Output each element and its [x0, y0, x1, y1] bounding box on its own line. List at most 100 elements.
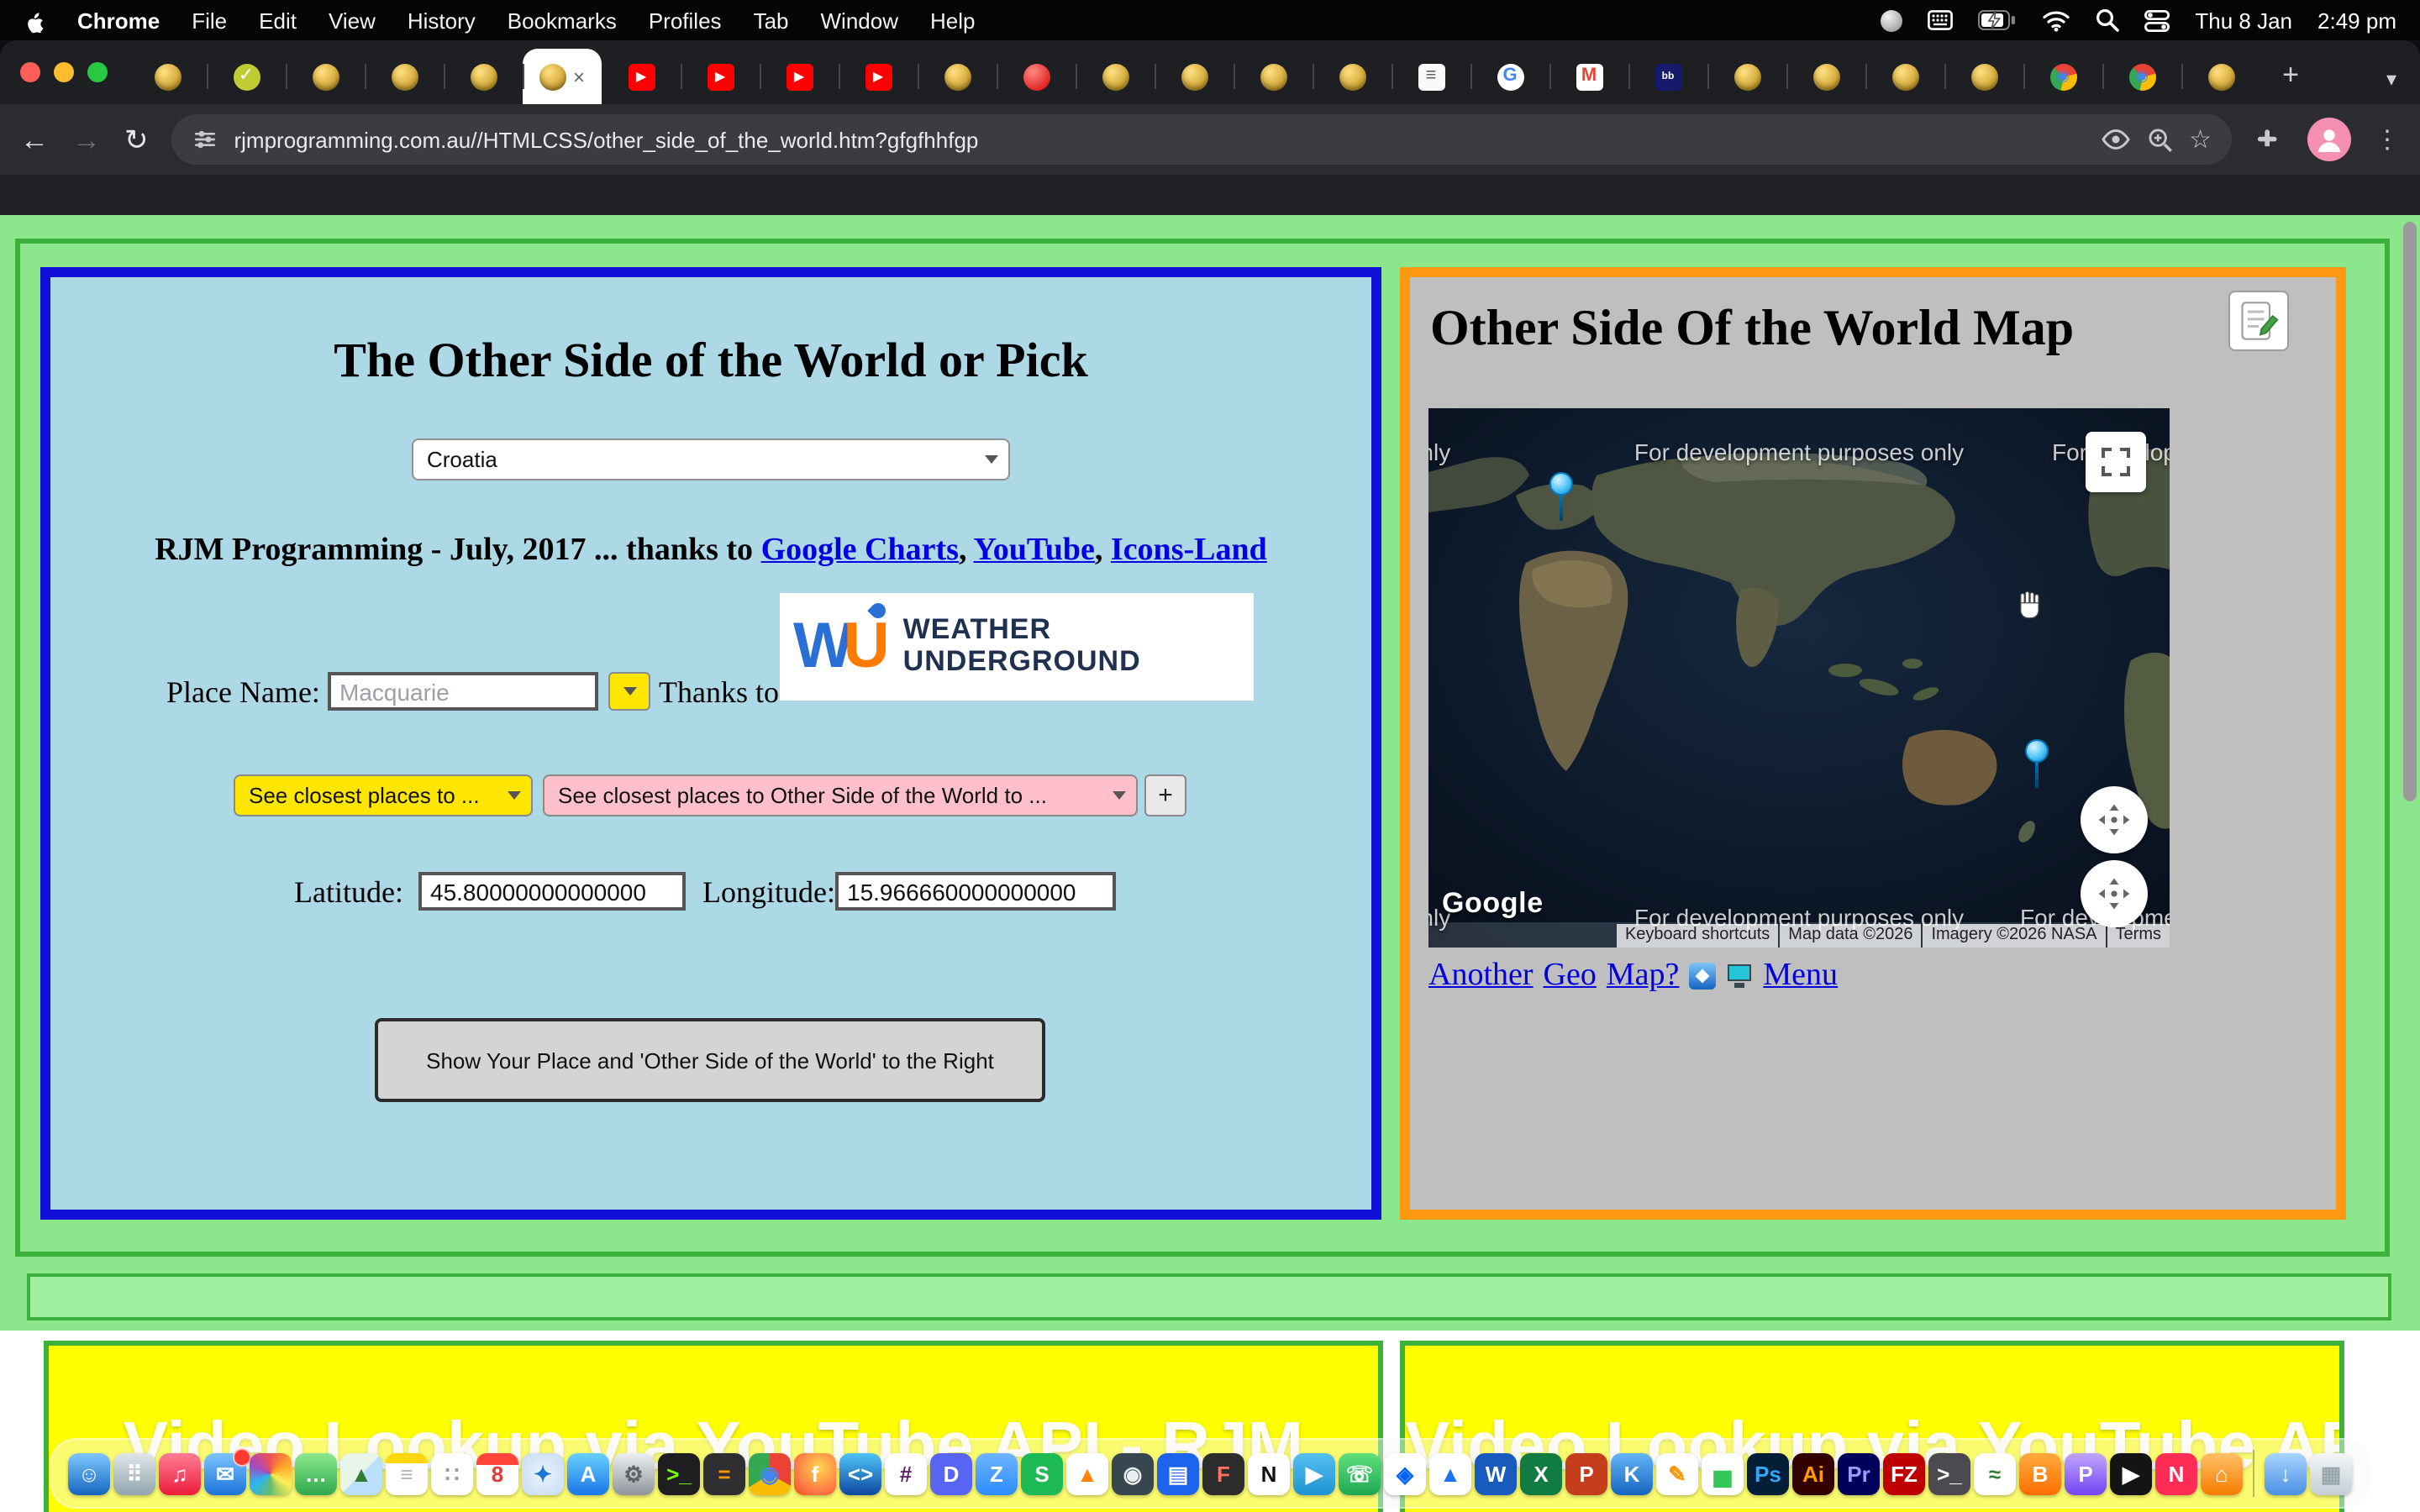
- dock-mail-icon[interactable]: ✉: [204, 1452, 246, 1494]
- menu-tab[interactable]: Tab: [754, 8, 789, 33]
- memo-icon[interactable]: [2228, 291, 2289, 351]
- reload-button[interactable]: ↻: [124, 125, 149, 154]
- dock-safari-icon[interactable]: ✦: [522, 1452, 564, 1494]
- browser-tab[interactable]: ▶: [839, 49, 918, 104]
- dock-calendar-icon[interactable]: 8: [476, 1452, 518, 1494]
- another-geo-map-link[interactable]: Map?: [1607, 958, 1680, 995]
- address-bar[interactable]: rjmprogramming.com.au//HTMLCSS/other_sid…: [172, 114, 2233, 165]
- menu-view[interactable]: View: [329, 8, 376, 33]
- fullscreen-window-button[interactable]: [87, 62, 108, 82]
- dock-books-icon[interactable]: B: [2019, 1452, 2061, 1494]
- map-pan-control[interactable]: [2081, 860, 2148, 927]
- dock-home-icon[interactable]: ⌂: [2201, 1452, 2243, 1494]
- dock-trash-icon[interactable]: ▦: [2310, 1452, 2352, 1494]
- dock-settings-icon[interactable]: ⚙: [613, 1452, 655, 1494]
- browser-tab[interactable]: M: [1549, 49, 1628, 104]
- browser-tab[interactable]: [1707, 49, 1786, 104]
- spotlight-search-icon[interactable]: [2096, 8, 2119, 32]
- dock-powerpoint-icon[interactable]: P: [1565, 1452, 1607, 1494]
- browser-tab[interactable]: [444, 49, 523, 104]
- keyboard-shortcuts-button[interactable]: Keyboard shortcuts: [1617, 924, 1778, 948]
- dock-word-icon[interactable]: W: [1475, 1452, 1517, 1494]
- browser-tab[interactable]: [286, 49, 365, 104]
- browser-tab[interactable]: [997, 49, 1076, 104]
- longitude-input[interactable]: [835, 872, 1116, 911]
- dock-figma-icon[interactable]: F: [1202, 1452, 1244, 1494]
- browser-tab[interactable]: [1313, 49, 1392, 104]
- place-map-pin[interactable]: [1549, 472, 1573, 522]
- browser-tab[interactable]: ▶: [681, 49, 760, 104]
- dock-filezilla-icon[interactable]: FZ: [1883, 1452, 1925, 1494]
- menubar-clock[interactable]: 2:49 pm: [2317, 8, 2396, 33]
- zoom-icon[interactable]: [2145, 125, 2174, 154]
- youtube-link[interactable]: YouTube: [974, 533, 1095, 568]
- dock-firefox-icon[interactable]: f: [794, 1452, 836, 1494]
- dock-vscode-icon[interactable]: <>: [839, 1452, 881, 1494]
- dock-pages-icon[interactable]: ✎: [1656, 1452, 1698, 1494]
- dock-excel-icon[interactable]: X: [1520, 1452, 1562, 1494]
- dock-illustrator-icon[interactable]: Ai: [1792, 1452, 1834, 1494]
- browser-tab[interactable]: ▶: [602, 49, 681, 104]
- dock-obs-icon[interactable]: ◉: [1112, 1452, 1154, 1494]
- active-tab[interactable]: ×: [523, 49, 602, 104]
- browser-tab[interactable]: [1786, 49, 1865, 104]
- menubar-app-name[interactable]: Chrome: [77, 8, 160, 33]
- dock-appstore-icon[interactable]: A: [567, 1452, 609, 1494]
- dock-drive-icon[interactable]: ▲: [1429, 1452, 1471, 1494]
- apple-menu-icon[interactable]: [24, 8, 45, 33]
- dock-podcasts-icon[interactable]: P: [2065, 1452, 2107, 1494]
- extensions-puzzle-icon[interactable]: [2255, 125, 2284, 154]
- another-geo-map-link[interactable]: Another: [1428, 958, 1534, 995]
- dock-launchpad-icon[interactable]: ⠿: [113, 1452, 155, 1494]
- dock-iterm-icon[interactable]: >_: [1928, 1452, 1970, 1494]
- dock-terminal-icon[interactable]: >_: [658, 1452, 700, 1494]
- scrollbar-thumb[interactable]: [2403, 222, 2417, 801]
- menu-history[interactable]: History: [408, 8, 476, 33]
- show-place-button[interactable]: Show Your Place and 'Other Side of the W…: [375, 1018, 1045, 1102]
- browser-tab[interactable]: ✓: [207, 49, 286, 104]
- country-select[interactable]: Croatia: [412, 438, 1010, 480]
- minimize-window-button[interactable]: [54, 62, 74, 82]
- dock-photos-icon[interactable]: [250, 1452, 292, 1494]
- control-center-icon[interactable]: [2144, 9, 2170, 31]
- dock-reminders-icon[interactable]: ∷: [431, 1452, 473, 1494]
- browser-tab[interactable]: bb: [1628, 49, 1707, 104]
- map-fullscreen-button[interactable]: [2086, 432, 2146, 492]
- menu-profiles[interactable]: Profiles: [649, 8, 722, 33]
- browser-tab[interactable]: [1865, 49, 1944, 104]
- google-charts-link[interactable]: Google Charts: [761, 533, 959, 568]
- dock-photoshop-icon[interactable]: Ps: [1747, 1452, 1789, 1494]
- map-pan-control[interactable]: [2081, 786, 2148, 853]
- browser-tab[interactable]: [918, 49, 997, 104]
- dock-activity-icon[interactable]: ≈: [1974, 1452, 2016, 1494]
- dock-tv-icon[interactable]: ▶: [2110, 1452, 2152, 1494]
- dock-discord-icon[interactable]: D: [930, 1452, 972, 1494]
- browser-tab[interactable]: [365, 49, 444, 104]
- browser-tab[interactable]: [2181, 49, 2260, 104]
- menu-edit[interactable]: Edit: [259, 8, 297, 33]
- browser-tab[interactable]: [128, 49, 207, 104]
- dock-dropbox-icon[interactable]: ◈: [1384, 1452, 1426, 1494]
- close-window-button[interactable]: [20, 62, 40, 82]
- browser-tab[interactable]: ≡: [1392, 49, 1470, 104]
- url-text[interactable]: rjmprogramming.com.au//HTMLCSS/other_sid…: [234, 127, 2086, 152]
- dock-docker-icon[interactable]: ▤: [1157, 1452, 1199, 1494]
- dock-maps-icon[interactable]: ▲: [340, 1452, 382, 1494]
- dock-notion-icon[interactable]: N: [1248, 1452, 1290, 1494]
- status-app-icon[interactable]: [1881, 9, 1902, 31]
- place-dropdown-button[interactable]: [608, 672, 650, 711]
- dock-whatsapp-icon[interactable]: ☏: [1339, 1452, 1381, 1494]
- closest-other-side-select[interactable]: See closest places to Other Side of the …: [543, 774, 1138, 816]
- menubar-date[interactable]: Thu 8 Jan: [2195, 8, 2292, 33]
- latitude-input[interactable]: [418, 872, 686, 911]
- dock-premiere-icon[interactable]: Pr: [1838, 1452, 1880, 1494]
- menu-link[interactable]: Menu: [1763, 958, 1838, 995]
- plus-button[interactable]: +: [1144, 774, 1186, 816]
- menu-bookmarks[interactable]: Bookmarks: [508, 8, 617, 33]
- dock-keynote-icon[interactable]: K: [1611, 1452, 1653, 1494]
- browser-tab[interactable]: [1155, 49, 1234, 104]
- dock-news-icon[interactable]: N: [2155, 1452, 2197, 1494]
- google-map[interactable]: For development purposes only For develo…: [1428, 408, 2170, 948]
- battery-icon[interactable]: [1978, 10, 2017, 30]
- menu-help[interactable]: Help: [930, 8, 976, 33]
